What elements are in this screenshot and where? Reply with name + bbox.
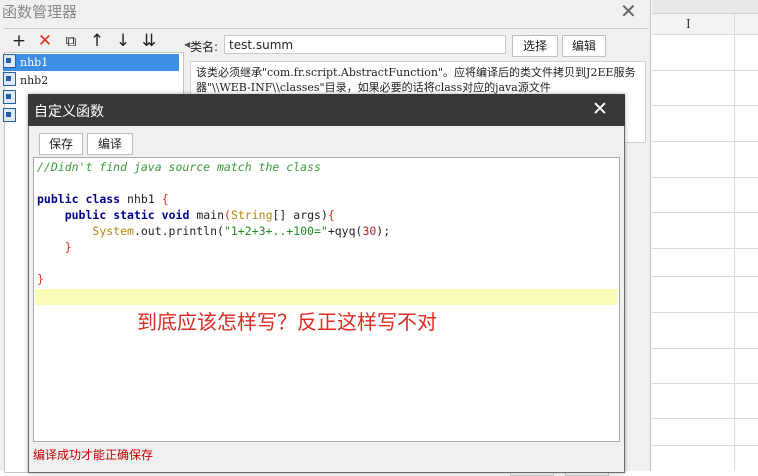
classname-label: 类名: (190, 40, 219, 54)
grid-line (652, 105, 758, 106)
code-method-name: main (196, 208, 225, 222)
code-keyword: static (113, 208, 155, 222)
choose-button[interactable]: 选择 (512, 35, 558, 57)
compile-button[interactable]: 编译 (87, 133, 133, 155)
code-line-3: public class nhb1 { (37, 192, 169, 206)
dialog-title: 函数管理器 (2, 3, 78, 21)
code-line-5: System.out.println("1+2+3+..+100="+qyq(3… (37, 223, 390, 239)
code-string: "1+2+3+..+100=" (223, 224, 328, 238)
sort-icon[interactable]: ⇊ (138, 31, 160, 51)
close-icon[interactable]: ✕ (620, 0, 637, 23)
function-file-icon (3, 72, 16, 86)
grid-line (652, 348, 758, 349)
grid-line (652, 141, 758, 142)
code-call: .out.println( (133, 224, 224, 238)
grid-line (652, 177, 758, 178)
description-text: 该类必须继承"com.fr.script.AbstractFunction"。应… (196, 66, 636, 94)
grid-line (652, 445, 758, 446)
code-comment: //Didn't find java source match the clas… (37, 160, 321, 174)
code-keyword: void (161, 208, 190, 222)
code-type: String (230, 208, 273, 222)
code-params: [] args) (272, 208, 328, 222)
list-item[interactable]: nhb1 (3, 54, 179, 71)
code-line-8: } (37, 272, 44, 286)
grid-line (652, 276, 758, 277)
code-call: +qyq( (327, 224, 363, 238)
copy-icon[interactable]: ⧉ (60, 31, 82, 51)
function-name: nhb2 (20, 74, 49, 87)
code-keyword: class (85, 192, 121, 206)
grid-line (734, 14, 735, 471)
add-icon[interactable]: + (8, 31, 30, 51)
classname-input[interactable]: test.summ (224, 35, 506, 54)
function-file-icon (3, 54, 16, 68)
delete-icon[interactable]: ✕ (34, 31, 56, 51)
grid-line (652, 70, 758, 71)
function-file-icon (3, 108, 16, 122)
code-line-1: //Didn't find java source match the clas… (37, 159, 321, 175)
save-button[interactable]: 保存 (39, 133, 83, 155)
current-line-highlight (35, 289, 617, 305)
move-down-icon[interactable]: ↓ (112, 31, 134, 51)
function-name: nhb1 (20, 56, 49, 69)
code-type: System (92, 224, 134, 238)
code-keyword: public (64, 208, 107, 222)
sheet-toolbar-strip (652, 0, 758, 14)
code-class-name: nhb1 (127, 192, 155, 206)
grid-line (652, 418, 758, 419)
status-message: 编译成功才能正确保存 (33, 448, 154, 462)
code-number: 30 (362, 224, 377, 238)
grid-line (652, 212, 758, 213)
code-line-4: public static void main(String[] args){ (64, 208, 335, 222)
list-item[interactable]: nhb2 (3, 72, 179, 89)
code-keyword: public (37, 192, 79, 206)
edit-button[interactable]: 编辑 (562, 35, 606, 57)
dialog-title: 自定义函数 (34, 104, 104, 120)
dialog-titlebar[interactable] (28, 94, 625, 126)
sheet-column-header (652, 14, 758, 34)
grid-line (652, 248, 758, 249)
code-end: ); (376, 224, 391, 238)
move-up-icon[interactable]: ↑ (86, 31, 108, 51)
function-file-icon (3, 90, 16, 104)
code-line-6: } (64, 240, 72, 254)
grid-line (652, 383, 758, 384)
overlay-annotation: 到底应该怎样写？反正这样写不对 (137, 310, 437, 334)
text-cursor-icon: I (686, 17, 691, 31)
grid-line (652, 34, 758, 35)
grid-line (652, 312, 758, 313)
close-icon[interactable]: ✕ (592, 98, 608, 120)
